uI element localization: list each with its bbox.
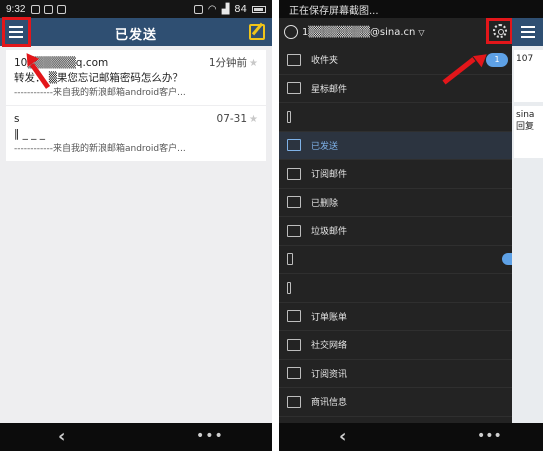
mail-time: 1分钟前 [208, 57, 248, 69]
folder-item-spam[interactable]: 垃圾邮件 [279, 217, 512, 246]
background-app-bar [512, 18, 543, 46]
background-mail-recipient: sina [516, 110, 535, 120]
wifi-icon: ◠ [207, 3, 217, 15]
image-notification-icon [57, 4, 67, 14]
background-mail-item: sina 回复 [514, 106, 543, 158]
avatar [284, 25, 298, 39]
spam-icon [287, 224, 301, 237]
back-icon[interactable]: ‹ [58, 426, 65, 447]
more-icon[interactable]: ••• [477, 428, 502, 444]
folder-item-news[interactable]: 订阅资讯 [279, 360, 512, 388]
status-left-icons [31, 4, 67, 14]
app-bar: 已发送 [0, 18, 272, 46]
folder-label: 商讯信息 [311, 398, 348, 409]
folder-icon [287, 338, 301, 351]
system-nav-bar: ‹ ••• [0, 423, 272, 451]
inbox-icon [287, 53, 301, 66]
mail-signature: ------------来自我的新浪邮箱android客户... [14, 144, 186, 154]
status-time: 9:32 [6, 3, 26, 15]
folder-icon [287, 367, 301, 380]
battery-icon [252, 5, 266, 13]
mail-list-item[interactable]: s 07-31 ★ ‖ _ _ _ ------------来自我的新浪邮箱and… [6, 106, 266, 161]
mail-time: 07-31 [216, 113, 248, 125]
draft-icon [287, 110, 291, 123]
account-header[interactable]: 1▒▒▒▒▒▒▒▒@sina.cn ▽ [279, 18, 512, 46]
folder-label: 已删除 [311, 198, 339, 209]
star-icon[interactable]: ★ [249, 114, 258, 125]
back-icon[interactable]: ‹ [339, 426, 346, 447]
folder-icon [287, 395, 301, 408]
subscription-icon [287, 167, 301, 180]
folder-label: 订单账单 [311, 312, 348, 323]
status-text: 正在保存屏幕截图... [289, 5, 379, 17]
folder-label: 已发送 [311, 141, 339, 152]
page-title: 已发送 [114, 28, 157, 43]
mail-signature: ------------来自我的新浪邮箱android客户... [14, 88, 186, 98]
compose-icon[interactable] [249, 24, 265, 40]
folder-item-starred[interactable]: 星标邮件 [279, 75, 512, 103]
settings-button[interactable] [488, 20, 512, 42]
folder-item-drafts[interactable] [279, 103, 512, 132]
background-mail-recipient: 107 [516, 54, 534, 64]
folder-item-unnamed[interactable] [279, 246, 512, 274]
chevron-down-icon: ▽ [418, 27, 425, 37]
divider [272, 0, 279, 451]
folder-item-business[interactable]: 商讯信息 [279, 388, 512, 417]
alarm-icon [193, 4, 203, 14]
send-icon [287, 139, 301, 152]
mail-notification-icon [44, 4, 54, 14]
notification-icon [31, 4, 41, 14]
folder-label: 订阅资讯 [311, 369, 348, 380]
folder-icon [287, 310, 301, 323]
folder-item-social[interactable]: 社交网络 [279, 331, 512, 360]
signal-icon: ▟ [221, 3, 230, 15]
system-nav-bar: ‹ ••• [279, 423, 543, 451]
background-mail-item: 107 [514, 50, 543, 102]
star-icon[interactable]: ★ [249, 58, 258, 69]
star-icon [287, 82, 301, 95]
mail-list-item[interactable]: 10▒▒▒▒▒▒q.com 1分钟前 ★ 转发： ▒果您忘记邮箱密码怎么办？ --… [6, 50, 266, 105]
menu-icon [521, 26, 535, 38]
folder-label: 垃圾邮件 [311, 227, 348, 238]
folder-item-orders[interactable]: 订单账单 [279, 303, 512, 331]
folder-label: 社交网络 [311, 341, 348, 352]
folder-label: 订阅邮件 [311, 170, 348, 181]
gear-icon [493, 24, 507, 38]
mail-recipient: s [14, 113, 20, 125]
left-phone-screen: 9:32 ◠ ▟ 84 已发送 10▒▒▒▒▒▒q.com 1分钟前 ★ 转发： … [0, 0, 272, 451]
folder-item-unnamed[interactable] [279, 274, 512, 303]
folder-label: 星标邮件 [311, 84, 348, 95]
trash-icon [287, 196, 301, 209]
folder-item-sent[interactable]: 已发送 [279, 131, 512, 160]
status-bar: 正在保存屏幕截图... [279, 0, 543, 18]
right-phone-screen: 正在保存屏幕截图... 1▒▒▒▒▒▒▒▒@sina.cn ▽ 收件夹 1 星标… [279, 0, 543, 451]
more-icon[interactable]: ••• [196, 428, 224, 444]
folder-label: 收件夹 [311, 56, 339, 67]
status-right-icons: ◠ ▟ 84 [193, 3, 266, 15]
background-mail-subject: 回复 [516, 122, 535, 132]
account-email: 1▒▒▒▒▒▒▒▒@sina.cn [302, 26, 416, 38]
folder-item-trash[interactable]: 已删除 [279, 189, 512, 217]
folder-list: 收件夹 1 星标邮件 已发送 订阅邮件 已删除 垃圾邮件 订单账单 社交网络 订… [279, 46, 512, 417]
battery-level: 84 [234, 3, 247, 15]
status-bar: 9:32 ◠ ▟ 84 [0, 0, 272, 18]
navigation-drawer: 1▒▒▒▒▒▒▒▒@sina.cn ▽ 收件夹 1 星标邮件 已发送 订阅邮件 … [279, 18, 512, 423]
folder-icon [287, 281, 291, 294]
folder-icon [287, 253, 293, 266]
folder-item-subscriptions[interactable]: 订阅邮件 [279, 160, 512, 189]
unread-dot [502, 253, 512, 266]
background-mail-list: 107 sina 回复 [512, 18, 543, 423]
mail-subject: ‖ _ _ _ [14, 128, 46, 140]
